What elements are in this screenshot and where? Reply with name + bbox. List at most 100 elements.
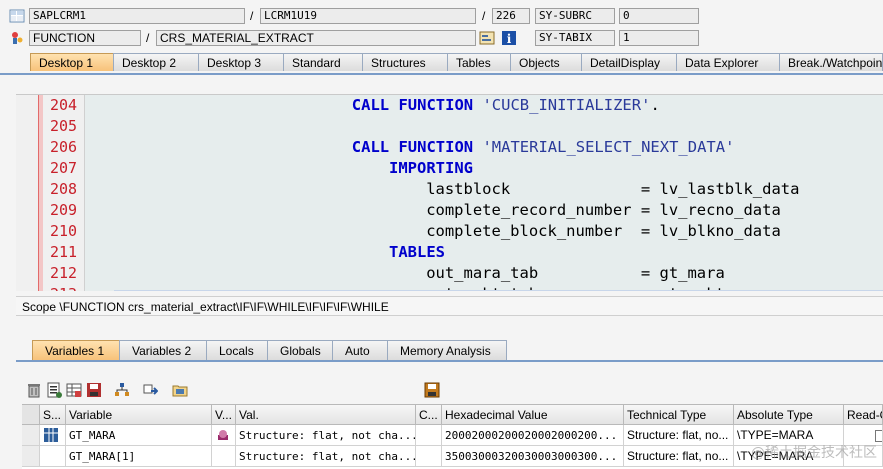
tab-variables-1[interactable]: Variables 1 [32,340,120,360]
header-row-2: FUNCTION / CRS_MATERIAL_EXTRACT i SY-TAB… [0,28,883,50]
type-field[interactable]: FUNCTION [29,30,141,46]
grid-icon[interactable] [66,382,82,398]
code-line[interactable]: 212 out_mara_tab = gt_mara [16,263,883,284]
code-line[interactable]: 205 [16,116,883,137]
code-text: IMPORTING [389,158,473,179]
value-cell[interactable]: Structure: flat, not cha... [236,446,416,467]
code-line[interactable]: 204 CALL FUNCTION 'CUCB_INITIALIZER'. [16,95,883,116]
line-number: 205 [50,117,78,135]
structure-icon-cell [40,425,66,446]
row-selector[interactable] [22,446,40,467]
program-field[interactable]: SAPLCRM1 [29,8,245,24]
grid-toggle-icon[interactable] [9,8,25,24]
code-line[interactable]: 206 CALL FUNCTION 'MATERIAL_SELECT_NEXT_D… [16,137,883,158]
col-header-read-only[interactable]: Read-O [844,405,883,425]
variables-tabbar: Variables 1 Variables 2 Locals Globals A… [16,340,883,362]
string-token: 'MATERIAL_SELECT_NEXT_DATA' [482,138,735,156]
code-token: out_mara_tab = gt_mara [426,264,725,282]
desktop-tabbar: Desktop 1 Desktop 2 Desktop 3 Standard S… [0,51,883,75]
hex-cell[interactable]: 20002000200020002000200... [442,425,624,446]
list-icon[interactable] [46,382,62,398]
read-only-checkbox[interactable] [875,429,882,442]
change-icon-cell[interactable] [212,425,236,446]
variable-cell[interactable]: GT_MARA[1] [66,446,212,467]
tab-desktop-1[interactable]: Desktop 1 [30,53,114,71]
tab-desktop-3[interactable]: Desktop 3 [198,53,284,71]
tab-structures[interactable]: Structures [362,53,448,71]
line-number: 204 [50,96,78,114]
code-line[interactable]: 209 complete_record_number = lv_recno_dat… [16,200,883,221]
hierarchy-icon[interactable] [114,382,130,398]
code-text: complete_block_number = lv_blkno_data [426,221,781,242]
c-cell [416,425,442,446]
col-header-v[interactable]: V... [212,405,236,425]
include-field[interactable]: LCRM1U19 [260,8,476,24]
scope-line: Scope \FUNCTION crs_material_extract\IF\… [16,296,883,316]
tab-data-explorer[interactable]: Data Explorer [676,53,780,71]
sysval-field-2[interactable]: 1 [619,30,699,46]
tab-memory-analysis[interactable]: Memory Analysis [387,340,507,360]
variable-cell[interactable]: GT_MARA [66,425,212,446]
col-header-c[interactable]: C... [416,405,442,425]
tab-breakpoints[interactable]: Break./Watchpoin [779,53,883,71]
code-text: lastblock = lv_lastblk_data [426,179,799,200]
display-source-icon[interactable] [479,30,495,46]
col-header-variable[interactable]: Variable [66,405,212,425]
header-row-1: SAPLCRM1 / LCRM1U19 / 226 SY-SUBRC 0 [0,6,883,28]
line-number: 206 [50,138,78,156]
keyword-token: CALL FUNCTION [351,96,483,114]
line-field[interactable]: 226 [492,8,530,24]
code-text: TABLES [389,242,445,263]
save-icon[interactable] [424,382,440,398]
source-code-editor[interactable]: 204 CALL FUNCTION 'CUCB_INITIALIZER'. 205 2… [16,94,883,291]
col-header-technical-type[interactable]: Technical Type [624,405,734,425]
function-icon [9,30,25,46]
sysvar-field-1[interactable]: SY-SUBRC [535,8,615,24]
code-line[interactable]: 208 lastblock = lv_lastblk_data [16,179,883,200]
value-cell[interactable]: Structure: flat, not cha... [236,425,416,446]
s-cell [40,446,66,467]
line-number: 209 [50,201,78,219]
tab-desktop-2[interactable]: Desktop 2 [113,53,199,71]
folder-icon[interactable] [172,382,188,398]
tab-tables[interactable]: Tables [447,53,511,71]
sysval-field-1[interactable]: 0 [619,8,699,24]
tab-standard[interactable]: Standard [283,53,363,71]
code-line[interactable]: 211 TABLES [16,242,883,263]
hex-cell[interactable]: 35003000320030003000300... [442,446,624,467]
code-token: complete_block_number = lv_blkno_data [426,222,781,240]
keyword-token: IMPORTING [389,159,473,177]
code-line[interactable]: 210 complete_block_number = lv_blkno_data [16,221,883,242]
col-header-status[interactable] [22,405,40,425]
current-line-marker [114,290,883,291]
code-token: complete_record_number = lv_recno_data [426,201,781,219]
col-header-s[interactable]: S... [40,405,66,425]
code-text: CALL FUNCTION 'CUCB_INITIALIZER'. [352,95,660,116]
save-layout-icon[interactable] [86,382,102,398]
string-token: 'CUCB_INITIALIZER' [482,96,651,114]
tab-detaildisplay[interactable]: DetailDisplay [581,53,677,71]
svg-text:i: i [507,32,512,46]
col-header-absolute-type[interactable]: Absolute Type [734,405,844,425]
variables-toolbar [16,380,883,400]
tab-variables-2[interactable]: Variables 2 [119,340,207,360]
tab-globals[interactable]: Globals [267,340,333,360]
transfer-icon[interactable] [142,382,159,398]
delete-icon[interactable] [26,382,42,398]
info-icon[interactable]: i [501,30,517,46]
line-number: 210 [50,222,78,240]
col-header-val[interactable]: Val. [236,405,416,425]
code-line[interactable]: 207 IMPORTING [16,158,883,179]
line-number: 211 [50,243,78,261]
tab-objects[interactable]: Objects [510,53,582,71]
tab-auto[interactable]: Auto [332,340,388,360]
keyword-token: CALL FUNCTION [351,138,483,156]
sysvar-field-2[interactable]: SY-TABIX [535,30,615,46]
watermark: @稀土掘金技术社区 [751,445,877,461]
function-name-field[interactable]: CRS_MATERIAL_EXTRACT [156,30,476,46]
code-token: lastblock = lv_lastblk_data [426,180,800,198]
row-selector[interactable] [22,425,40,446]
col-header-hex[interactable]: Hexadecimal Value [442,405,624,425]
keyword-token: TABLES [389,243,445,261]
tab-locals[interactable]: Locals [206,340,268,360]
